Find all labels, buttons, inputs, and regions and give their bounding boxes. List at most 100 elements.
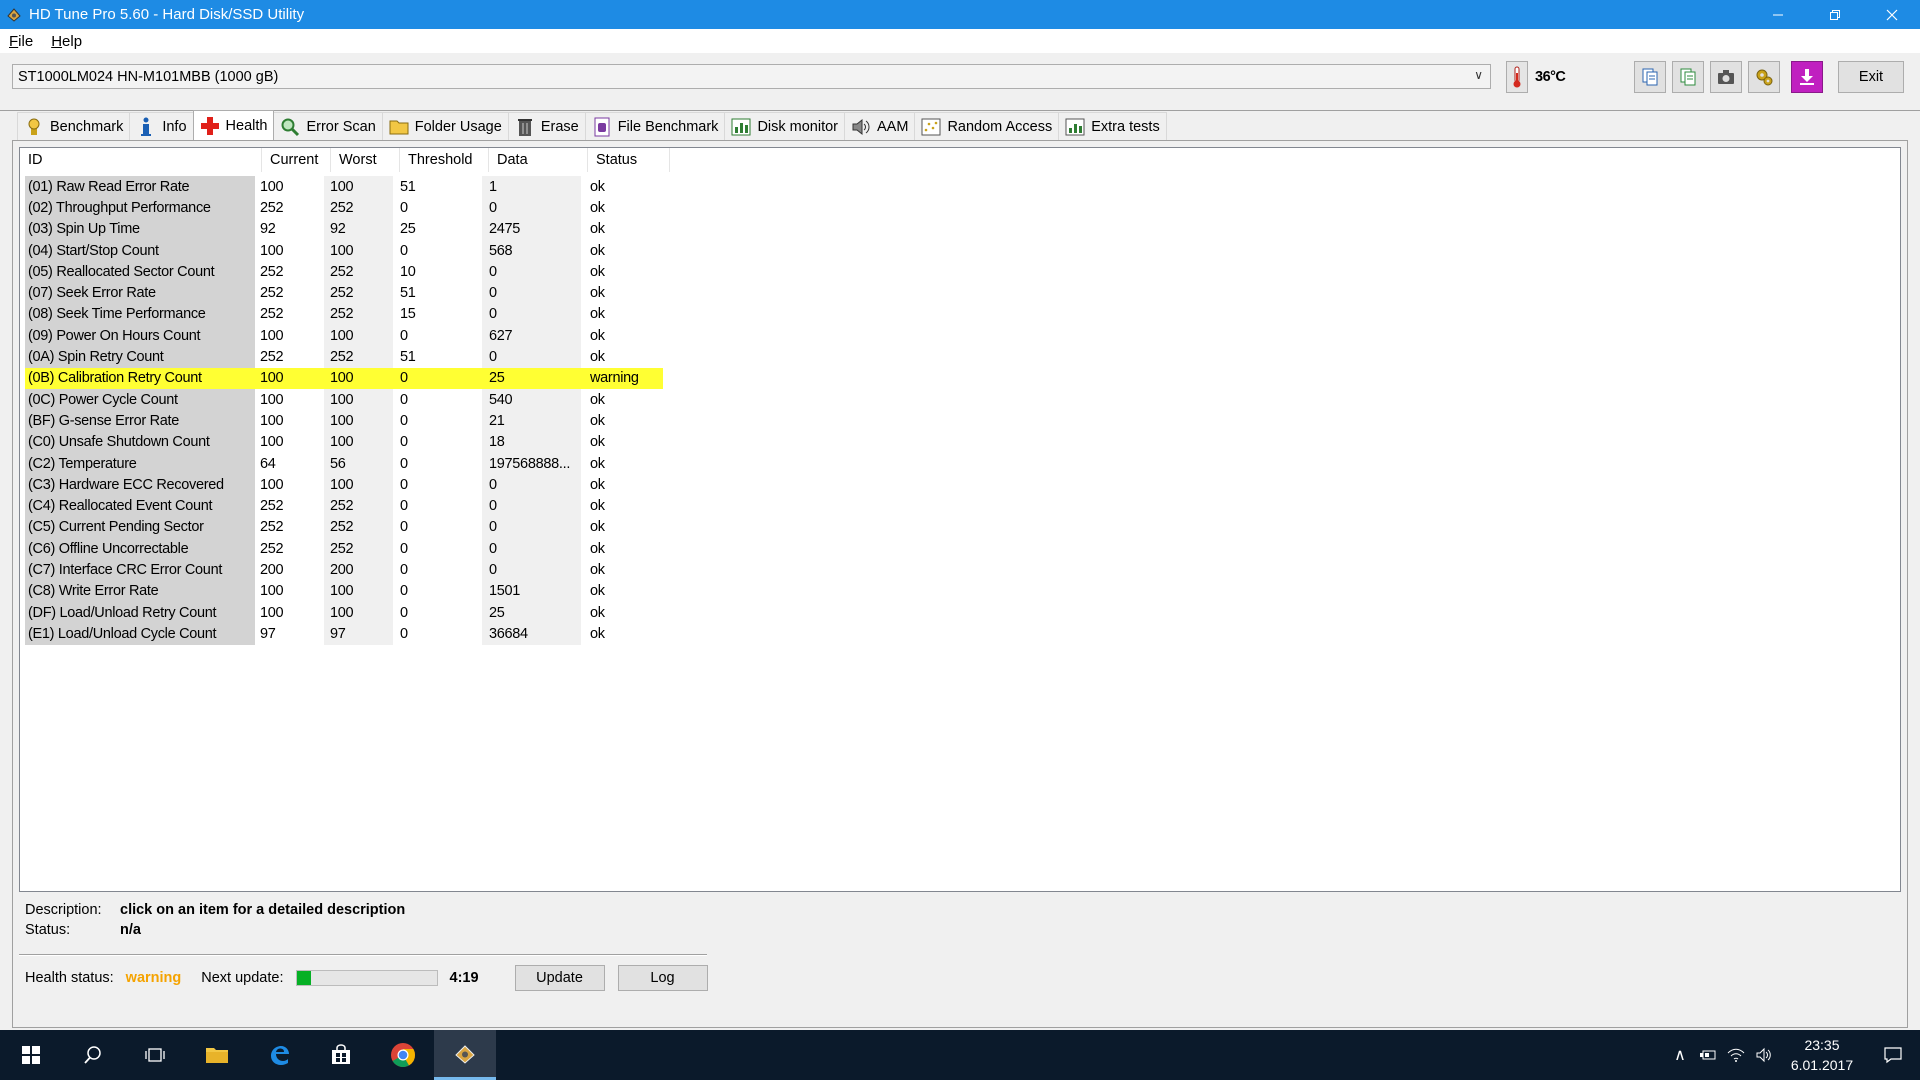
table-row[interactable]: (C7) Interface CRC Error Count 200 200 0 0 ok [25,559,663,581]
table-row[interactable]: (BF) G-sense Error Rate 100 100 0 21 ok [25,410,663,432]
clock[interactable]: 23:35 6.01.2017 [1778,1035,1866,1075]
tab-label: Folder Usage [414,118,502,135]
cell-status: ok [590,625,605,642]
table-row[interactable]: (C0) Unsafe Shutdown Count 100 100 0 18 ok [25,431,663,453]
minimize-button[interactable] [1749,0,1806,29]
tab-random-access[interactable]: Random Access [914,112,1060,140]
tab-aam[interactable]: AAM [844,112,916,140]
table-row[interactable]: (C2) Temperature 64 56 0 197568888... ok [25,452,663,475]
table-row[interactable]: (C4) Reallocated Event Count 252 252 0 0 ok [25,495,663,517]
smart-attributes-list[interactable]: ID Current Worst Threshold Data Status (… [19,147,1901,892]
table-row[interactable]: (08) Seek Time Performance 252 252 15 0 ok [25,303,663,326]
close-button[interactable] [1863,0,1920,29]
cell-current: 100 [260,434,284,451]
table-row[interactable]: (0B) Calibration Retry Count 100 100 0 25 war… [25,367,663,389]
column-header-current[interactable]: Current [262,148,331,172]
exit-button[interactable]: Exit [1838,61,1904,93]
tab-extra-tests[interactable]: Extra tests [1058,112,1167,140]
taskbar-edge[interactable] [248,1030,310,1080]
menu-help-label: elp [62,32,83,50]
tab-benchmark[interactable]: Benchmark [17,112,131,140]
restore-button[interactable] [1806,0,1863,29]
screenshot-button[interactable] [1710,61,1742,93]
tab-info[interactable]: Info [129,112,194,140]
column-header-data[interactable]: Data [489,148,588,172]
table-row[interactable]: (C5) Current Pending Sector 252 252 0 0 ok [25,516,663,539]
clock-date: 6.01.2017 [1790,1057,1854,1073]
volume-icon[interactable] [1750,1030,1778,1080]
table-row[interactable]: (C3) Hardware ECC Recovered 100 100 0 0 ok [25,474,663,496]
table-row[interactable]: (05) Reallocated Sector Count 252 252 10 0 ok [25,261,663,283]
task-view-button[interactable] [124,1030,186,1080]
save-download-button[interactable] [1791,61,1823,93]
tab-health[interactable]: Health [192,110,275,140]
table-row[interactable]: (0A) Spin Retry Count 252 252 51 0 ok [25,346,663,368]
info-icon [136,117,156,137]
wifi-icon[interactable] [1722,1030,1750,1080]
table-row[interactable]: (03) Spin Up Time 92 92 25 2475 ok [25,218,663,240]
cell-data: 0 [482,559,581,581]
table-row[interactable]: (02) Throughput Performance 252 252 0 0 ok [25,197,663,219]
cell-data: 25 [482,601,581,624]
tab-folder-usage[interactable]: Folder Usage [381,112,509,140]
table-row[interactable]: (DF) Load/Unload Retry Count 100 100 0 25 ok [25,601,663,624]
tab-disk-monitor[interactable]: Disk monitor [724,112,846,140]
chevron-up-icon[interactable]: ∧ [1666,1030,1694,1080]
start-button[interactable] [0,1030,62,1080]
temperature-indicator: 36°C [1506,61,1575,93]
log-button[interactable]: Log [617,965,708,991]
table-row[interactable]: (C8) Write Error Rate 100 100 0 1501 ok [25,580,663,602]
search-icon [84,1046,101,1064]
tab-error-scan[interactable]: Error Scan [273,112,383,140]
cell-data: 1 [482,176,581,198]
tab-label: Benchmark [50,118,124,135]
menu-help[interactable]: Help [42,33,91,50]
description-area: Description: click on an item for a deta… [25,900,405,940]
taskbar-store[interactable] [310,1030,372,1080]
cell-threshold: 0 [400,604,408,621]
options-button[interactable] [1748,61,1780,93]
cell-status: ok [590,327,605,344]
cell-worst: 100 [324,474,393,496]
taskbar-chrome[interactable] [372,1030,434,1080]
drive-select[interactable]: ST1000LM024 HN-M101MBB (1000 gB) ∨ [12,64,1491,89]
copy-info-button[interactable] [1672,61,1704,93]
menu-file[interactable]: File [0,33,42,50]
column-header-threshold[interactable]: Threshold [400,148,489,172]
hdtune-app-icon [5,6,23,24]
tab-label: Erase [540,118,579,135]
cell-current: 252 [260,263,284,280]
table-row[interactable]: (04) Start/Stop Count 100 100 0 568 ok [25,239,663,262]
taskbar-hdtune[interactable] [434,1030,496,1080]
column-header-status[interactable]: Status [588,148,670,172]
cell-worst: 252 [324,516,393,539]
list-header: ID Current Worst Threshold Data Status [20,148,670,172]
copy-text-button[interactable] [1634,61,1666,93]
taskbar-file-explorer[interactable] [186,1030,248,1080]
tab-erase[interactable]: Erase [507,112,586,140]
table-row[interactable]: (0C) Power Cycle Count 100 100 0 540 ok [25,388,663,411]
cell-status: ok [590,476,605,493]
table-row[interactable]: (E1) Load/Unload Cycle Count 97 97 0 36684 ok [25,623,663,645]
update-button[interactable]: Update [514,965,605,991]
cell-id: (0C) Power Cycle Count [25,388,255,411]
column-header-id[interactable]: ID [20,148,262,172]
table-row[interactable]: (09) Power On Hours Count 100 100 0 627 ok [25,325,663,347]
cell-current: 100 [260,476,284,493]
cell-current: 100 [260,178,284,195]
table-row[interactable]: (07) Seek Error Rate 252 252 51 0 ok [25,282,663,304]
cell-threshold: 51 [400,349,416,366]
tab-label: File Benchmark [617,118,719,135]
table-row[interactable]: (C6) Offline Uncorrectable 252 252 0 0 ok [25,538,663,560]
cell-current: 252 [260,540,284,557]
battery-icon[interactable] [1694,1030,1722,1080]
action-center-button[interactable] [1866,1030,1920,1080]
table-body: (01) Raw Read Error Rate 100 100 51 1 ok (02) … [25,176,663,645]
toolbar: ST1000LM024 HN-M101MBB (1000 gB) ∨ 36°C … [0,53,1920,111]
benchmark-icon [24,117,44,137]
cell-current: 97 [260,625,276,642]
tab-file-benchmark[interactable]: File Benchmark [584,112,726,140]
search-button[interactable] [62,1030,124,1080]
column-header-worst[interactable]: Worst [331,148,400,172]
table-row[interactable]: (01) Raw Read Error Rate 100 100 51 1 ok [25,176,663,198]
